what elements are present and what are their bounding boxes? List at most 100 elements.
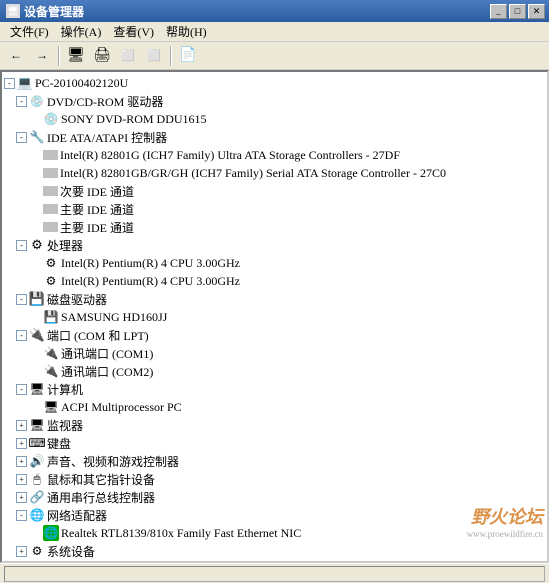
mouse-icon: 🖱	[29, 471, 45, 487]
com1-label: 通讯端口 (COM1)	[61, 345, 153, 362]
tree-item-computer[interactable]: - 💻 PC-20100402120U	[2, 74, 547, 92]
menu-bar: 文件(F) 操作(A) 查看(V) 帮助(H)	[0, 22, 549, 42]
tree-item-ports-root[interactable]: - 🔌 端口 (COM 和 LPT)	[2, 326, 547, 344]
realtek-icon: 🌐	[43, 525, 59, 541]
tree-item-monitor[interactable]: + 🖥 监视器	[2, 416, 547, 434]
ide-label: IDE ATA/ATAPI 控制器	[47, 129, 167, 146]
window-icon: 🖥	[6, 4, 20, 18]
cpu-icon: ⚙	[29, 237, 45, 253]
sony-label: SONY DVD-ROM DDU1615	[61, 112, 207, 127]
status-text	[4, 566, 545, 582]
tree-item-cpu1[interactable]: ⚙ Intel(R) Pentium(R) 4 CPU 3.00GHz	[2, 254, 547, 272]
toolbar-btn-3[interactable]: ⬜	[116, 45, 140, 67]
expand-disk[interactable]: -	[16, 294, 27, 305]
tree-item-acpi-root[interactable]: - 🖥 计算机	[2, 380, 547, 398]
tree-item-ide-root[interactable]: - 🔧 IDE ATA/ATAPI 控制器	[2, 128, 547, 146]
back-button[interactable]: ←	[4, 45, 28, 67]
ide-sec-icon	[43, 186, 58, 196]
expand-usb[interactable]: +	[16, 492, 27, 503]
window-controls: _ □ ✕	[490, 4, 545, 19]
intel1-icon	[43, 150, 58, 160]
sound-label: 声音、视频和游戏控制器	[47, 453, 179, 470]
tree-item-samsung[interactable]: 💾 SAMSUNG HD160JJ	[2, 308, 547, 326]
dvd-icon: 💿	[29, 93, 45, 109]
tree-item-keyboard[interactable]: + ⌨ 键盘	[2, 434, 547, 452]
sysdev-icon: ⚙	[29, 543, 45, 559]
maximize-button[interactable]: □	[509, 4, 526, 19]
tree-item-network-root[interactable]: - 🌐 网络适配器	[2, 506, 547, 524]
status-bar	[0, 563, 549, 583]
cpu1-label: Intel(R) Pentium(R) 4 CPU 3.00GHz	[61, 256, 240, 271]
tree-item-ide-primary2[interactable]: 主要 IDE 通道	[2, 218, 547, 236]
tree-item-intel82801-2[interactable]: Intel(R) 82801GB/GR/GH (ICH7 Family) Ser…	[2, 164, 547, 182]
expand-network[interactable]: -	[16, 510, 27, 521]
expand-ide[interactable]: -	[16, 132, 27, 143]
intel1-label: Intel(R) 82801G (ICH7 Family) Ultra ATA …	[60, 148, 400, 163]
network-label: 网络适配器	[47, 507, 107, 524]
sound-icon: 🔊	[29, 453, 45, 469]
forward-button[interactable]: →	[30, 45, 54, 67]
tree-item-ide-secondary[interactable]: 次要 IDE 通道	[2, 182, 547, 200]
tree-item-sound[interactable]: + 🔊 声音、视频和游戏控制器	[2, 452, 547, 470]
expand-computer[interactable]: -	[4, 78, 15, 89]
window-title: 设备管理器	[24, 3, 84, 20]
display-icon: 🖥	[29, 561, 45, 563]
mouse-label: 鼠标和其它指针设备	[47, 471, 155, 488]
tree-item-disk-root[interactable]: - 💾 磁盘驱动器	[2, 290, 547, 308]
ports-icon: 🔌	[29, 327, 45, 343]
computer-icon: 💻	[17, 75, 33, 91]
tree-item-cpu2[interactable]: ⚙ Intel(R) Pentium(R) 4 CPU 3.00GHz	[2, 272, 547, 290]
expand-keyboard[interactable]: +	[16, 438, 27, 449]
acpump-label: ACPI Multiprocessor PC	[61, 400, 182, 415]
expand-mouse[interactable]: +	[16, 474, 27, 485]
tree-item-acpi-mp[interactable]: 🖥 ACPI Multiprocessor PC	[2, 398, 547, 416]
expand-sysdev[interactable]: +	[16, 546, 27, 557]
minimize-button[interactable]: _	[490, 4, 507, 19]
menu-file[interactable]: 文件(F)	[4, 22, 55, 41]
expand-dvd[interactable]: -	[16, 96, 27, 107]
device-tree-panel: - 💻 PC-20100402120U - 💿 DVD/CD-ROM 驱动器 💿…	[0, 70, 549, 563]
computer-label: PC-20100402120U	[35, 76, 128, 91]
tree-item-sysdev[interactable]: + ⚙ 系统设备	[2, 542, 547, 560]
menu-help[interactable]: 帮助(H)	[160, 22, 213, 41]
ide-primary1-label: 主要 IDE 通道	[60, 201, 134, 218]
tree-item-mouse[interactable]: + 🖱 鼠标和其它指针设备	[2, 470, 547, 488]
menu-action[interactable]: 操作(A)	[55, 22, 108, 41]
toolbar-separator-1	[58, 46, 60, 66]
expand-ports[interactable]: -	[16, 330, 27, 341]
title-bar-left: 🖥 设备管理器	[6, 3, 84, 20]
tree-item-sony[interactable]: 💿 SONY DVD-ROM DDU1615	[2, 110, 547, 128]
expand-monitor[interactable]: +	[16, 420, 27, 431]
intel2-icon	[43, 168, 58, 178]
acpi-icon: 🖥	[29, 381, 45, 397]
keyboard-icon: ⌨	[29, 435, 45, 451]
ide-pri2-icon	[43, 222, 58, 232]
samsung-label: SAMSUNG HD160JJ	[61, 310, 167, 325]
sony-icon: 💿	[43, 111, 59, 127]
display-label: 显示卡	[47, 561, 83, 564]
expand-cpu[interactable]: -	[16, 240, 27, 251]
tree-item-ide-primary1[interactable]: 主要 IDE 通道	[2, 200, 547, 218]
usb-label: 通用串行总线控制器	[47, 489, 155, 506]
tree-item-com1[interactable]: 🔌 通讯端口 (COM1)	[2, 344, 547, 362]
acpump-icon: 🖥	[43, 399, 59, 415]
expand-acpi[interactable]: -	[16, 384, 27, 395]
monitor-label: 监视器	[47, 417, 83, 434]
tree-item-display-root[interactable]: - 🖥 显示卡	[2, 560, 547, 563]
close-button[interactable]: ✕	[528, 4, 545, 19]
tree-item-usb[interactable]: + 🔗 通用串行总线控制器	[2, 488, 547, 506]
toolbar-btn-2[interactable]: 🖨	[90, 45, 114, 67]
toolbar-btn-1[interactable]: 🖥	[64, 45, 88, 67]
expand-sound[interactable]: +	[16, 456, 27, 467]
tree-item-com2[interactable]: 🔌 通讯端口 (COM2)	[2, 362, 547, 380]
cpu2-label: Intel(R) Pentium(R) 4 CPU 3.00GHz	[61, 274, 240, 289]
tree-item-intel82801-1[interactable]: Intel(R) 82801G (ICH7 Family) Ultra ATA …	[2, 146, 547, 164]
menu-view[interactable]: 查看(V)	[107, 22, 160, 41]
ide-secondary-label: 次要 IDE 通道	[60, 183, 134, 200]
ports-label: 端口 (COM 和 LPT)	[47, 327, 149, 344]
toolbar-btn-5[interactable]: 📄	[176, 45, 200, 67]
tree-item-cpu-root[interactable]: - ⚙ 处理器	[2, 236, 547, 254]
tree-item-dvd-root[interactable]: - 💿 DVD/CD-ROM 驱动器	[2, 92, 547, 110]
tree-item-realtek[interactable]: 🌐 Realtek RTL8139/810x Family Fast Ether…	[2, 524, 547, 542]
toolbar-btn-4[interactable]: ⬜	[142, 45, 166, 67]
